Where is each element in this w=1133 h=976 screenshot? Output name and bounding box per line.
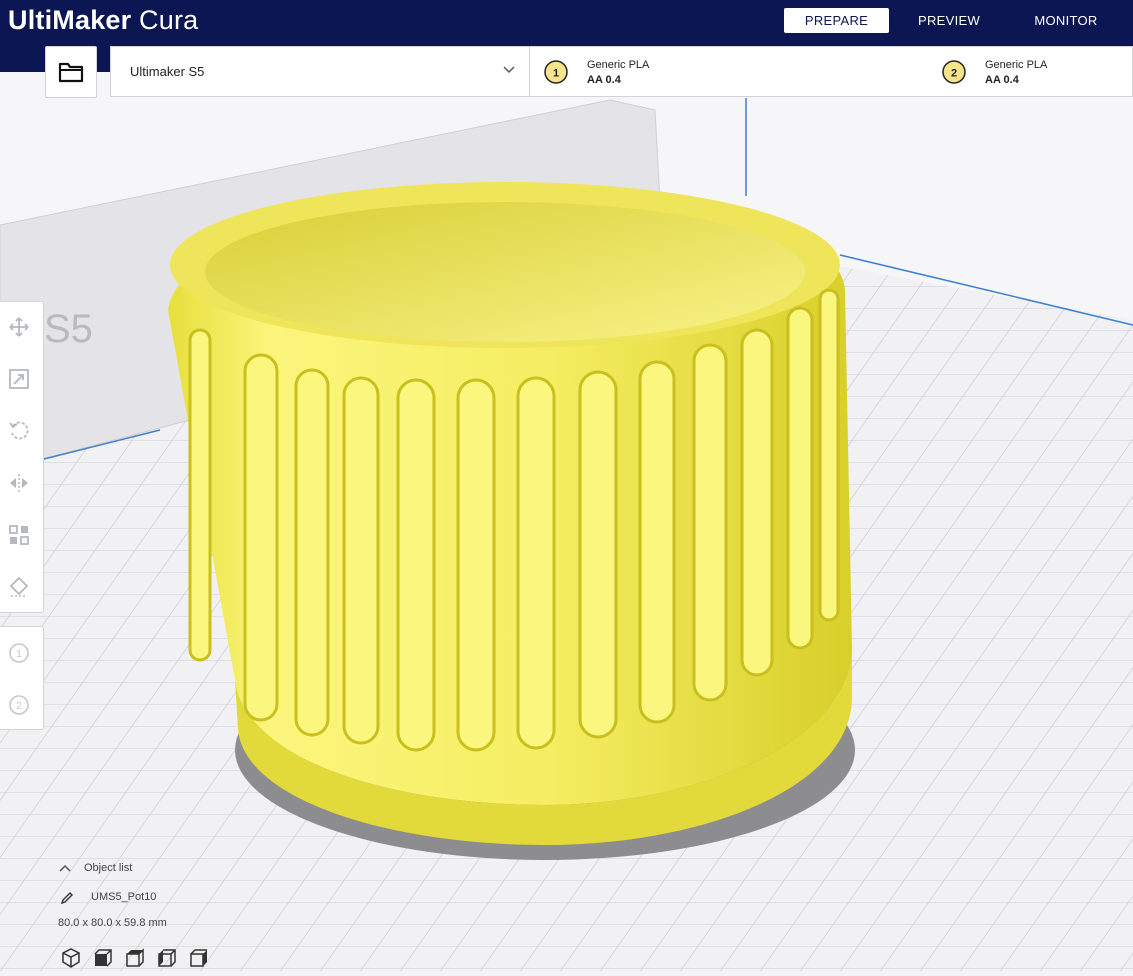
- object-dimensions: 80.0 x 80.0 x 59.8 mm: [58, 917, 167, 929]
- mirror-tool-button[interactable]: [6, 470, 32, 496]
- 3d-viewport[interactable]: S5: [0, 72, 1133, 971]
- extruder-1-button[interactable]: 1: [6, 640, 32, 666]
- extruder-1-number: 1: [553, 68, 559, 80]
- extruder-2[interactable]: 2 Generic PLA AA 0.4: [928, 47, 1133, 96]
- per-model-settings-button[interactable]: [6, 522, 32, 548]
- top-view-icon[interactable]: [124, 947, 146, 969]
- left-view-icon[interactable]: [156, 947, 178, 969]
- chevron-down-icon: [503, 66, 515, 74]
- 3d-view-icon[interactable]: [60, 947, 82, 969]
- extruder-2-button[interactable]: 2: [6, 692, 32, 718]
- extruder-switch-panel: 1 2: [0, 626, 44, 730]
- tab-prepare[interactable]: PREPARE: [784, 8, 889, 33]
- tab-preview[interactable]: PREVIEW: [900, 8, 998, 33]
- extruder-2-core: AA 0.4: [985, 74, 1019, 86]
- extruder-2-material: Generic PLA: [985, 59, 1048, 71]
- printer-selector[interactable]: Ultimaker S5: [110, 46, 530, 97]
- move-tool-button[interactable]: [6, 314, 32, 340]
- scene-canvas: S5: [0, 72, 1133, 971]
- extruder-1-core: AA 0.4: [587, 74, 621, 86]
- build-volume-label: S5: [44, 307, 93, 351]
- per-model-settings-icon: [9, 525, 29, 545]
- chevron-up-icon[interactable]: [59, 864, 71, 872]
- extruder-2-select-icon: 2: [9, 695, 29, 715]
- extruder-1-select-icon: 1: [9, 643, 29, 663]
- object-name[interactable]: UMS5_Pot10: [91, 891, 156, 903]
- print-setup-selector[interactable]: 1 Generic PLA AA 0.4 2 Generic PLA AA 0.…: [529, 46, 1133, 97]
- extruder-2-number: 2: [951, 68, 957, 80]
- folder-icon: [58, 62, 84, 83]
- rotate-tool-button[interactable]: [6, 418, 32, 444]
- extruder-2-icon: 2: [942, 60, 966, 84]
- right-view-icon[interactable]: [188, 947, 210, 969]
- open-file-button[interactable]: [45, 46, 97, 98]
- pencil-icon[interactable]: [60, 891, 74, 905]
- scale-tool-button[interactable]: [6, 366, 32, 392]
- mirror-icon: [10, 474, 28, 492]
- svg-text:2: 2: [16, 701, 22, 712]
- extruder-1-icon: 1: [544, 60, 568, 84]
- object-list-toggle[interactable]: Object list: [84, 862, 132, 874]
- extruder-1[interactable]: 1 Generic PLA AA 0.4: [530, 47, 928, 96]
- move-icon: [9, 317, 29, 337]
- tool-panel: [0, 301, 44, 613]
- front-view-icon[interactable]: [92, 947, 114, 969]
- scale-icon: [9, 369, 29, 389]
- app-logo: UltiMaker Cura: [8, 5, 199, 35]
- support-blocker-button[interactable]: [6, 574, 32, 600]
- support-blocker-icon: [9, 576, 29, 597]
- extruder-1-material: Generic PLA: [587, 59, 650, 71]
- rotate-icon: [9, 421, 29, 440]
- tab-monitor[interactable]: MONITOR: [1016, 8, 1116, 33]
- svg-text:1: 1: [16, 649, 22, 660]
- printer-name: Ultimaker S5: [130, 64, 205, 79]
